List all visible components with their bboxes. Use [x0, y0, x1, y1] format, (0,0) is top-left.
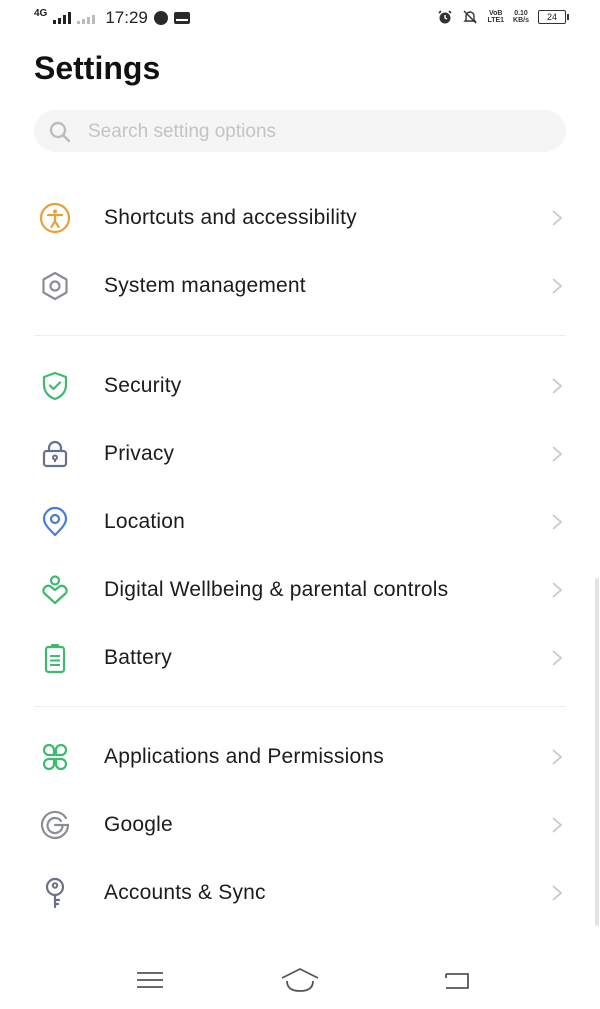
settings-item-location[interactable]: Location [0, 488, 600, 556]
chevron-right-icon [552, 582, 563, 598]
section-divider [34, 706, 566, 707]
volte-line2: LTE1 [487, 17, 505, 24]
chevron-right-icon [552, 650, 563, 666]
settings-item-label: Digital Wellbeing & parental controls [104, 578, 449, 601]
network-type: 4G [34, 8, 48, 19]
settings-item-system-management[interactable]: System management [0, 252, 600, 320]
settings-item-label: Accounts & Sync [104, 881, 266, 904]
battery-icon [44, 644, 66, 674]
alarm-icon [438, 10, 453, 24]
status-right: VoB LTE1 0.10 KB/s 24 [437, 9, 569, 25]
settings-item-shortcuts-accessibility[interactable]: Shortcuts and accessibility [0, 184, 600, 252]
lock-icon [42, 440, 68, 468]
app-notification-icon [153, 11, 168, 25]
settings-item-label: System management [104, 274, 306, 297]
chevron-right-icon [552, 278, 563, 294]
system-hexagon-icon [42, 271, 68, 301]
volte-line1: VoB [489, 10, 503, 17]
section-divider [34, 335, 566, 336]
search-bar[interactable] [34, 110, 566, 152]
accessibility-icon [39, 202, 71, 234]
clock-time: 17:29 [105, 8, 148, 27]
battery-level-icon: 24 [538, 10, 569, 24]
search-icon [49, 121, 71, 143]
settings-item-applications-permissions[interactable]: Applications and Permissions [0, 723, 600, 791]
scrollbar[interactable] [595, 578, 599, 926]
mail-icon [173, 12, 190, 24]
settings-item-label: Security [104, 374, 182, 397]
signal-sim2-icon [77, 12, 96, 24]
settings-item-accounts-sync[interactable]: Accounts & Sync [0, 859, 600, 927]
settings-item-privacy[interactable]: Privacy [0, 420, 600, 488]
menu-icon[interactable] [130, 964, 170, 996]
settings-item-google[interactable]: Google [0, 791, 600, 859]
home-icon[interactable] [280, 964, 320, 996]
key-icon [45, 877, 65, 909]
page-title: Settings [34, 50, 161, 86]
speed-unit: KB/s [513, 17, 529, 24]
apps-grid-icon [42, 743, 68, 771]
shield-check-icon [42, 371, 68, 401]
settings-item-label: Shortcuts and accessibility [104, 206, 357, 229]
settings-item-digital-wellbeing[interactable]: Digital Wellbeing & parental controls [0, 556, 600, 624]
google-icon [40, 810, 70, 840]
status-bar: 4G 17:29 VoB LTE1 0.10 KB/s 24 [0, 0, 600, 36]
settings-item-security[interactable]: Security [0, 352, 600, 420]
chevron-right-icon [552, 210, 563, 226]
settings-item-label: Privacy [104, 442, 175, 465]
settings-item-battery[interactable]: Battery [0, 624, 600, 692]
settings-item-label: Battery [104, 646, 172, 669]
volte-indicator: VoB LTE1 [487, 10, 504, 24]
signal-strength-icon [53, 12, 72, 24]
settings-item-label: Google [104, 813, 173, 836]
chevron-right-icon [552, 378, 563, 394]
chevron-right-icon [552, 885, 563, 901]
speed-value: 0.10 [514, 10, 528, 17]
settings-item-label: Location [104, 510, 185, 533]
data-speed: 0.10 KB/s [513, 10, 529, 24]
wellbeing-heart-icon [42, 575, 68, 605]
notifications-off-icon [463, 10, 478, 24]
navigation-bar [0, 950, 600, 1009]
back-icon[interactable] [438, 964, 478, 996]
status-left: 4G 17:29 [34, 8, 190, 28]
settings-item-label: Applications and Permissions [104, 745, 384, 768]
search-input[interactable] [86, 118, 550, 146]
chevron-right-icon [552, 446, 563, 462]
chevron-right-icon [552, 749, 563, 765]
chevron-right-icon [552, 514, 563, 530]
chevron-right-icon [552, 817, 563, 833]
location-pin-icon [42, 506, 68, 537]
